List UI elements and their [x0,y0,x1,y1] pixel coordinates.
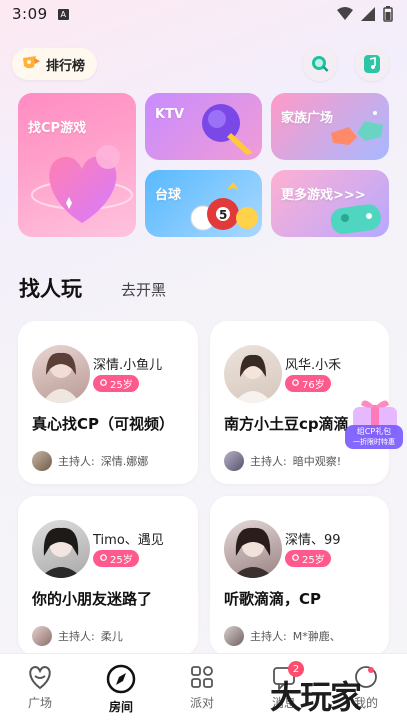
feature-family-plaza[interactable]: 家族广场 [271,93,389,160]
tab-find-players[interactable]: 找人玩 [19,273,82,303]
feature-cp-game[interactable]: 找CP游戏 [18,93,136,237]
nav-rooms[interactable]: 房间 [91,664,151,715]
female-icon [292,379,299,386]
room-host: 主持人: 深情.娜娜 [32,451,148,471]
watermark-text: 大玩家 [270,678,362,716]
avatar [224,345,282,403]
search-icon [312,56,329,72]
nav-plaza-label: 广场 [27,696,52,710]
room-card[interactable]: 深情.小鱼儿 25岁 真心找CP（可视频） 主持人: 深情.娜娜 [18,321,198,484]
age-badge: 76岁 [285,375,331,392]
host-name-text: M*翀鹿、 [292,630,341,643]
feature-billiards[interactable]: 台球 5 [145,170,262,237]
age-badge: 25岁 [93,375,139,392]
host-name-text: 柔儿 [100,630,123,643]
svg-text:5: 5 [219,208,227,222]
host-name-text: 深情.娜娜 [100,455,149,468]
gamepad-icon [330,204,381,234]
fist-bump-icon [331,111,383,145]
host-name-text: 暗中观察! [292,455,342,468]
trophy-icon [23,56,40,69]
host-prefix: 主持人: [58,630,95,643]
host-name: 风华.小禾 [285,358,342,373]
female-icon [100,554,107,561]
host-prefix: 主持人: [250,455,287,468]
battery-icon [383,6,393,22]
status-time: 3:09 [12,5,48,23]
feature-ktv-label: KTV [155,107,185,122]
music-note-icon [364,55,380,73]
room-card[interactable]: Timo、遇见 25岁 你的小朋友迷路了 主持人: 柔儿 [18,496,198,656]
age-text: 76岁 [302,380,325,391]
apps-icon [191,666,213,688]
female-icon [292,554,299,561]
nav-party-label: 派对 [189,696,214,710]
cp-gift-promo-button[interactable]: 组CP礼包 一折限时特惠 [343,395,405,453]
nav-party[interactable]: 派对 [172,664,232,711]
room-card[interactable]: 深情、99 25岁 听歌滴滴，CP 主持人: M*翀鹿、 [210,496,389,656]
leaderboard-label: 排行榜 [46,58,86,74]
host-name: 深情.小鱼儿 [93,358,163,373]
feature-family-label: 家族广场 [281,111,334,126]
host-name: Timo、遇见 [93,533,164,548]
room-host: 主持人: 柔儿 [32,626,123,646]
compass-icon [106,664,136,694]
age-text: 25岁 [110,555,133,566]
host-name: 深情、99 [285,533,341,548]
room-title: 听歌滴滴，CP [224,590,322,608]
music-button[interactable] [355,47,389,81]
avatar [224,520,282,578]
nav-rooms-label: 房间 [108,700,133,714]
microphone-icon [202,104,253,155]
heart-icon [29,665,51,690]
billiard-balls-icon: 5 [190,182,258,231]
host-avatar [224,451,244,471]
feature-billiards-label: 台球 [155,188,182,203]
search-button[interactable] [303,47,337,81]
room-host: 主持人: M*翀鹿、 [224,626,341,646]
age-text: 25岁 [302,555,325,566]
age-badge: 25岁 [93,550,139,567]
host-prefix: 主持人: [58,455,95,468]
status-bar: 3:09 A [0,0,407,28]
host-avatar [32,451,52,471]
wifi-icon [337,7,353,20]
gift-line1: 组CP礼包 [356,427,392,436]
avatar [32,520,90,578]
age-badge: 25岁 [285,550,331,567]
gift-line2: 一折限时特惠 [353,438,395,446]
age-text: 25岁 [110,380,133,391]
signal-icon [361,7,375,21]
feature-more-games[interactable]: 更多游戏>>> [271,170,389,237]
room-host: 主持人: 暗中观察! [224,451,341,471]
host-prefix: 主持人: [250,630,287,643]
host-avatar [32,626,52,646]
avatar [32,345,90,403]
gift-promo-text: 组CP礼包 一折限时特惠 [345,427,403,447]
female-icon [100,379,107,386]
status-icons [337,6,393,22]
room-title: 南方小土豆cp滴滴 [224,415,349,433]
tab-gaming-party[interactable]: 去开黑 [121,279,166,300]
leaderboard-button[interactable]: 排行榜 [12,48,98,80]
nav-plaza[interactable]: 广场 [10,664,70,711]
heart-illustration-icon [31,145,133,223]
status-indicator-icon: A [57,8,69,20]
room-title: 你的小朋友迷路了 [32,590,153,608]
feature-ktv[interactable]: KTV [145,93,262,160]
room-title: 真心找CP（可视频） [32,415,175,433]
host-avatar [224,626,244,646]
feature-cp-label: 找CP游戏 [28,121,87,136]
